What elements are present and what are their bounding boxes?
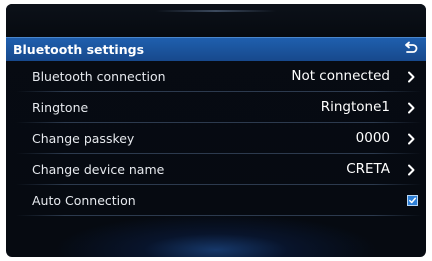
checkbox-checked-icon [409,197,417,204]
row-divider [16,215,422,216]
row-value: Ringtone1 [320,99,390,115]
chevron-right-icon [408,102,415,114]
status-bar [6,4,426,37]
row-label: Change device name [32,162,165,177]
row-change-passkey[interactable]: Change passkey 0000 [6,123,426,154]
auto-connection-checkbox[interactable] [407,195,418,206]
row-value: 0000 [355,130,390,146]
row-change-device-name[interactable]: Change device name CRETA [6,154,426,185]
row-ringtone[interactable]: Ringtone Ringtone1 [6,92,426,123]
row-label: Ringtone [32,100,89,115]
back-button[interactable] [399,39,423,59]
chevron-right-icon [408,133,415,145]
back-arrow-icon [405,41,418,53]
row-label: Auto Connection [32,193,136,208]
settings-header: Bluetooth settings [6,37,426,61]
row-label: Change passkey [32,131,135,146]
row-value: CRETA [346,161,390,177]
row-bluetooth-connection[interactable]: Bluetooth connection Not connected [6,61,426,92]
chevron-right-icon [408,71,415,83]
status-bar-highlight [156,10,276,12]
page-title: Bluetooth settings [13,42,145,57]
infotainment-screen: Bluetooth settings Bluetooth connection … [6,4,426,257]
row-value: Not connected [291,68,390,84]
row-auto-connection[interactable]: Auto Connection [6,185,426,216]
chevron-right-icon [408,164,415,176]
row-label: Bluetooth connection [32,69,166,84]
